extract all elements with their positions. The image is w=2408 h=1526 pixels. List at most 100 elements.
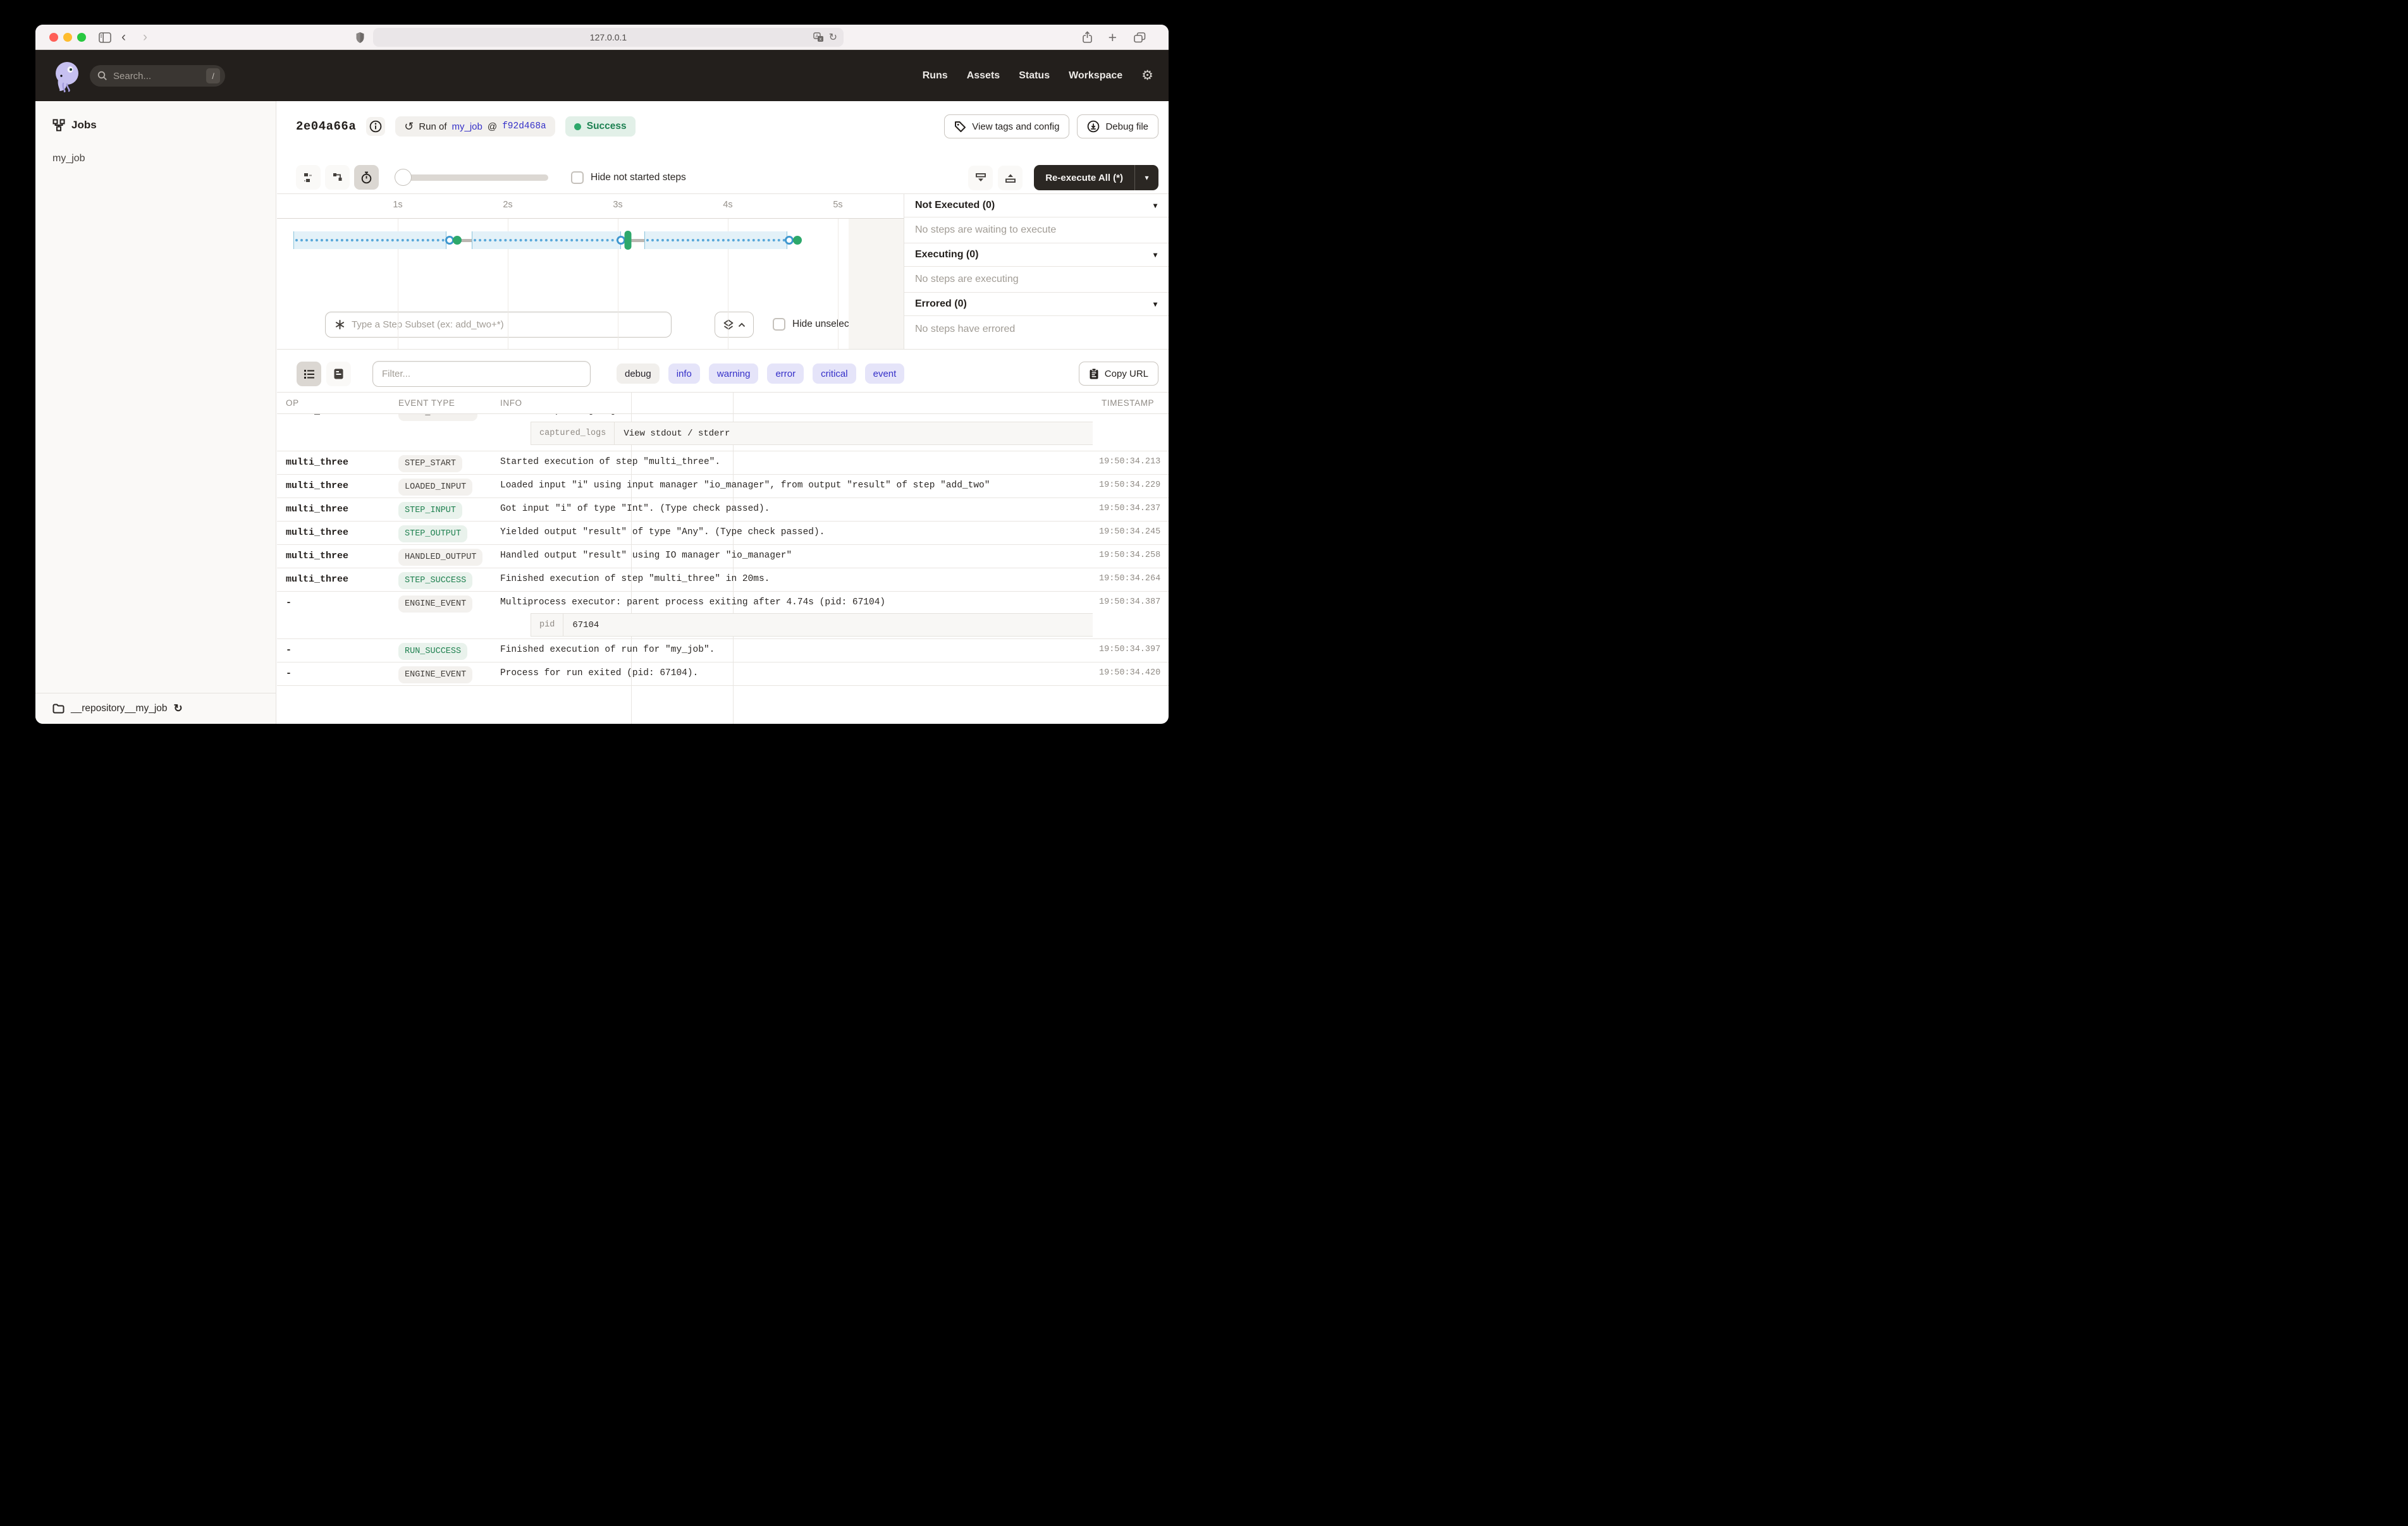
- event-list-view-button[interactable]: [297, 362, 321, 386]
- sidebar-job-item[interactable]: my_job: [52, 153, 85, 164]
- global-search-input[interactable]: Search... /: [90, 65, 225, 87]
- log-table-row[interactable]: multi_threeLOGS_CAPTUREDStarted capturin…: [277, 414, 1169, 451]
- chevron-down-icon: ▾: [1145, 173, 1148, 182]
- step-marker-dot[interactable]: [793, 236, 802, 245]
- collapse-panel-button[interactable]: [968, 166, 993, 190]
- metadata-value[interactable]: View stdout / stderr: [615, 422, 730, 444]
- tab-overview-icon[interactable]: [1134, 25, 1146, 50]
- log-table-row[interactable]: -ENGINE_EVENTProcess for run exited (pid…: [277, 662, 1169, 686]
- event-type-badge: STEP_SUCCESS: [398, 572, 472, 589]
- zoom-window-button[interactable]: [77, 33, 86, 42]
- log-table-row[interactable]: -ENGINE_EVENTMultiprocess executor: pare…: [277, 592, 1169, 639]
- gear-icon[interactable]: ⚙: [1141, 68, 1153, 83]
- debug-file-button[interactable]: Debug file: [1077, 114, 1158, 138]
- log-level-chip-info[interactable]: info: [668, 363, 700, 384]
- minimize-window-button[interactable]: [63, 33, 72, 42]
- expand-panel-button[interactable]: [998, 166, 1023, 190]
- log-level-chip-error[interactable]: error: [767, 363, 804, 384]
- job-link[interactable]: my_job: [452, 121, 482, 132]
- close-window-button[interactable]: [49, 33, 58, 42]
- checkbox-icon[interactable]: [571, 171, 584, 184]
- log-level-chip-debug[interactable]: debug: [617, 363, 660, 384]
- hide-not-started-checkbox[interactable]: Hide not started steps: [571, 171, 686, 184]
- nav-item-runs[interactable]: Runs: [923, 70, 948, 82]
- zoom-slider[interactable]: [397, 174, 548, 181]
- log-table-row[interactable]: multi_threeSTEP_SUCCESSFinished executio…: [277, 568, 1169, 592]
- url-bar[interactable]: 127.0.0.1 Ax ↻: [373, 28, 844, 47]
- tag-icon: [954, 121, 966, 133]
- step-marker-bar[interactable]: [624, 231, 631, 250]
- log-table-row[interactable]: multi_threeSTEP_STARTStarted execution o…: [277, 451, 1169, 475]
- info-text: Started capturing logs for solid: multi_…: [500, 414, 1093, 416]
- chevron-down-icon[interactable]: ▾: [1153, 201, 1157, 210]
- status-section-header[interactable]: Errored (0)▾: [904, 293, 1169, 316]
- shield-icon[interactable]: [355, 25, 365, 50]
- column-header: TIMESTAMP: [1093, 398, 1169, 408]
- log-table-row[interactable]: multi_threeSTEP_OUTPUTYielded output "re…: [277, 522, 1169, 545]
- info-icon[interactable]: [366, 117, 385, 136]
- refresh-icon[interactable]: ↻: [174, 702, 183, 715]
- download-circle-icon: [1087, 120, 1100, 133]
- log-level-chip-critical[interactable]: critical: [813, 363, 856, 384]
- log-table-row[interactable]: -RUN_SUCCESSFinished execution of run fo…: [277, 639, 1169, 662]
- log-filter-input[interactable]: Filter...: [372, 361, 591, 387]
- chevron-down-icon[interactable]: ▾: [1153, 300, 1157, 308]
- jobs-tree-icon: [52, 119, 65, 131]
- metadata-value: 67104: [563, 614, 599, 636]
- log-level-chip-event[interactable]: event: [865, 363, 905, 384]
- nav-item-assets[interactable]: Assets: [967, 70, 1000, 82]
- section-divider: [277, 349, 1169, 350]
- commit-link[interactable]: f92d468a: [502, 121, 546, 131]
- reexecute-dropdown-button[interactable]: ▾: [1134, 165, 1158, 190]
- status-section-header[interactable]: Executing (0)▾: [904, 243, 1169, 267]
- waterfall-view-button[interactable]: [325, 165, 350, 190]
- chevron-down-icon[interactable]: ▾: [1153, 250, 1157, 259]
- app-header: Search... / ⚙ Runs Assets Status Workspace: [35, 50, 1169, 101]
- info-cell: Process for run exited (pid: 67104).: [491, 662, 1093, 685]
- event-type-cell: HANDLED_OUTPUT: [390, 545, 491, 568]
- zoom-slider-handle[interactable]: [395, 169, 412, 186]
- log-table-row[interactable]: multi_threeSTEP_INPUTGot input "i" of ty…: [277, 498, 1169, 522]
- translate-icon[interactable]: Ax: [813, 32, 824, 42]
- nav-item-workspace[interactable]: Workspace: [1069, 70, 1122, 82]
- stdout-view-button[interactable]: [326, 362, 351, 386]
- log-table-row[interactable]: multi_threeLOADED_INPUTLoaded input "i" …: [277, 475, 1169, 498]
- event-type-cell: STEP_OUTPUT: [390, 522, 491, 544]
- status-badge: Success: [565, 116, 636, 137]
- reload-icon[interactable]: ↻: [829, 31, 837, 44]
- event-type-cell: ENGINE_EVENT: [390, 592, 491, 638]
- new-tab-icon[interactable]: +: [1109, 25, 1117, 50]
- step-dotted-line: [646, 239, 785, 241]
- checkbox-icon[interactable]: [773, 318, 785, 331]
- copy-url-button[interactable]: Copy URL: [1079, 362, 1158, 386]
- metadata-box[interactable]: captured_logsView stdout / stderr: [531, 422, 1093, 445]
- timing-view-button[interactable]: [354, 165, 379, 190]
- forward-icon[interactable]: ›: [143, 25, 147, 50]
- event-type-cell: STEP_START: [390, 451, 491, 474]
- view-tags-config-button[interactable]: View tags and config: [944, 114, 1069, 138]
- dagster-logo-icon[interactable]: [51, 58, 85, 92]
- repository-footer[interactable]: __repository__my_job ↻: [35, 693, 276, 724]
- share-icon[interactable]: [1082, 25, 1093, 50]
- history-icon: ↺: [404, 120, 414, 133]
- axis-tick-label: 1s: [393, 200, 402, 210]
- nav-item-status[interactable]: Status: [1019, 70, 1050, 82]
- log-level-chip-warning[interactable]: warning: [709, 363, 759, 384]
- log-table-body[interactable]: multi_threeLOGS_CAPTUREDStarted capturin…: [277, 414, 1169, 724]
- graph-query-toggle-button[interactable]: [715, 312, 754, 338]
- timestamp-cell: 19:50:34.258: [1093, 545, 1169, 568]
- op-cell: multi_three: [277, 545, 390, 568]
- back-icon[interactable]: ‹: [121, 25, 126, 50]
- gantt-chart[interactable]: Type a Step Subset (ex: add_two+*) Hide …: [277, 219, 904, 349]
- op-cell: multi_three: [277, 498, 390, 521]
- sidebar-toggle-icon[interactable]: [99, 25, 111, 50]
- log-table-row[interactable]: multi_threeHANDLED_OUTPUTHandled output …: [277, 545, 1169, 568]
- info-cell: Loaded input "i" using input manager "io…: [491, 475, 1093, 497]
- metadata-box[interactable]: pid67104: [531, 613, 1093, 637]
- reexecute-all-button[interactable]: Re-execute All (*): [1034, 165, 1134, 190]
- status-section-header[interactable]: Not Executed (0)▾: [904, 194, 1169, 217]
- step-subset-input[interactable]: Type a Step Subset (ex: add_two+*): [325, 312, 672, 338]
- flat-view-button[interactable]: [296, 165, 321, 190]
- step-marker-dot[interactable]: [453, 236, 462, 245]
- event-type-badge: STEP_INPUT: [398, 502, 462, 519]
